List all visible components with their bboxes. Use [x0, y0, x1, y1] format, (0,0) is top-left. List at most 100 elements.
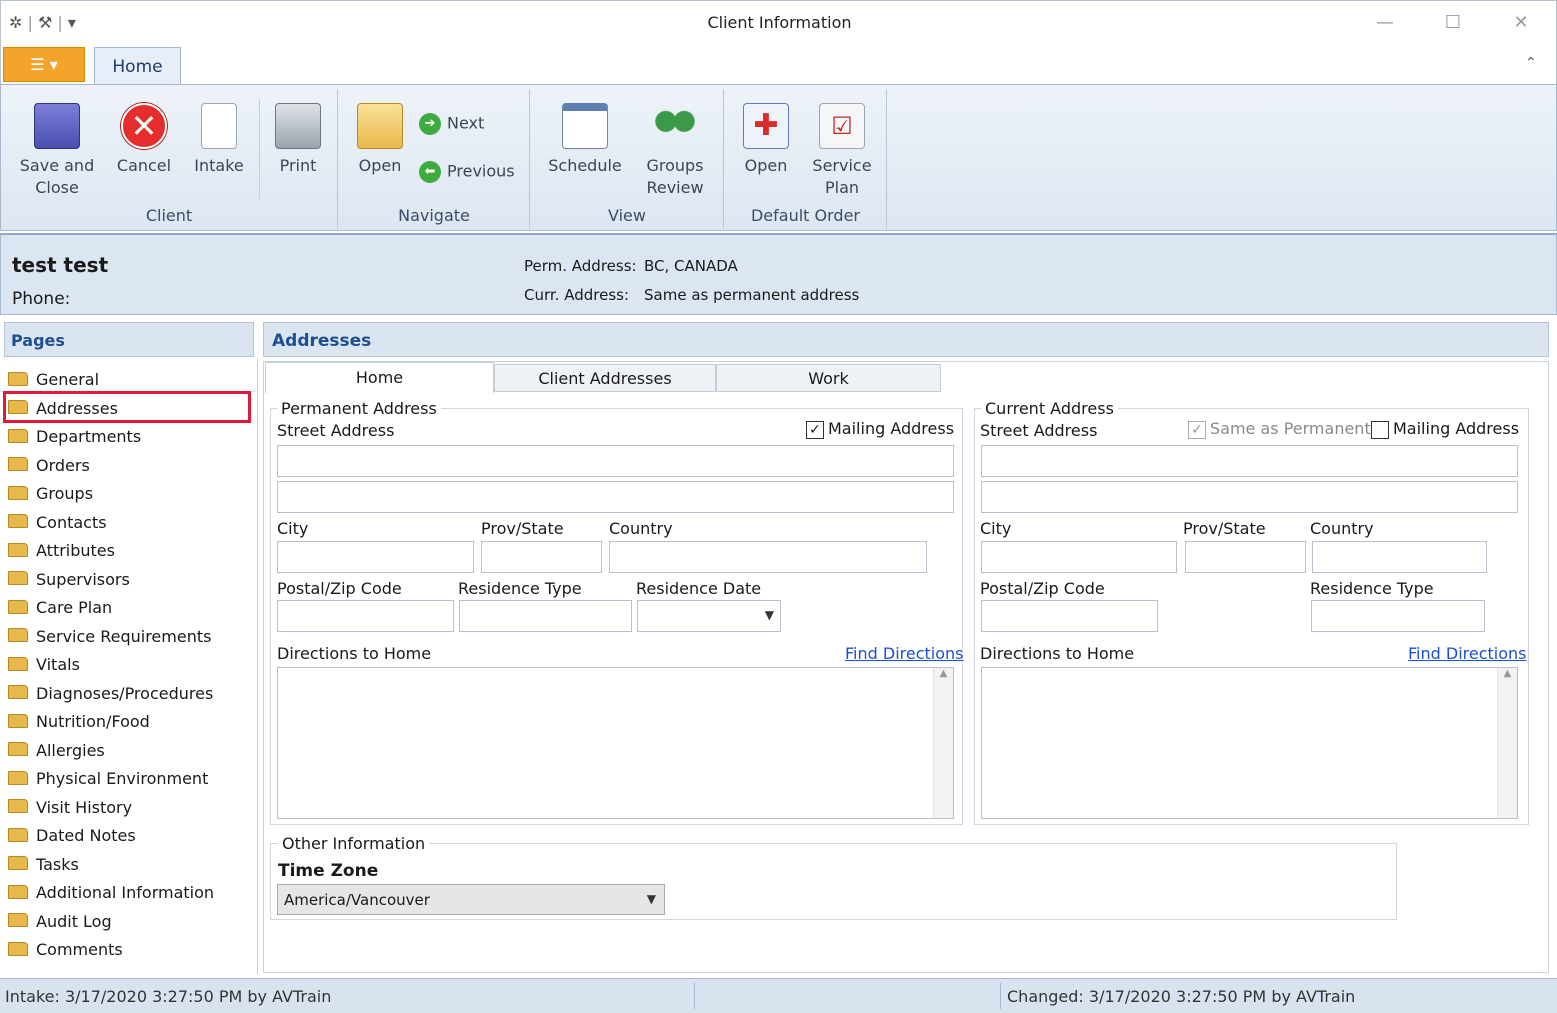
- country-label: Country: [609, 519, 673, 538]
- country-label: Country: [1310, 519, 1374, 538]
- folder-icon: [8, 685, 28, 699]
- residence-type-input[interactable]: [459, 600, 632, 632]
- scrollbar[interactable]: ▲: [933, 668, 953, 818]
- sidebar-item-label: Comments: [36, 940, 123, 959]
- street-address-input-1[interactable]: [277, 445, 954, 477]
- current-prov-state-input[interactable]: [1185, 541, 1306, 573]
- default-order-open-button[interactable]: ✚ Open: [735, 103, 797, 177]
- folder-icon: [8, 628, 28, 642]
- application-menu-button[interactable]: ☰ ▾: [3, 47, 85, 82]
- current-mailing-address-checkbox[interactable]: Mailing Address: [1371, 419, 1519, 439]
- current-directions-textarea[interactable]: ▲: [981, 667, 1518, 819]
- print-button[interactable]: Print: [267, 103, 329, 177]
- city-input[interactable]: [277, 541, 474, 573]
- sidebar-item-label: Supervisors: [36, 569, 130, 589]
- time-zone-select[interactable]: America/Vancouver ▼: [277, 884, 665, 915]
- residence-date-label: Residence Date: [636, 579, 762, 598]
- sidebar-item-orders[interactable]: Orders: [8, 452, 90, 480]
- directions-textarea[interactable]: ▲: [277, 667, 954, 819]
- curr-address-label: Curr. Address:: [524, 286, 629, 304]
- sidebar-item-groups[interactable]: Groups: [8, 480, 93, 508]
- sidebar-item-care-plan[interactable]: Care Plan: [8, 594, 112, 622]
- arrow-left-icon: ⬅: [419, 161, 441, 183]
- sidebar-item-dated-notes[interactable]: Dated Notes: [8, 822, 136, 850]
- sidebar-item-comments[interactable]: Comments: [8, 936, 123, 964]
- ribbon-group-client: Save and Close ✕ Cancel Intake Print Cli…: [1, 89, 338, 229]
- intake-button[interactable]: Intake: [187, 103, 251, 177]
- sidebar-item-label: Tasks: [36, 854, 79, 874]
- prov-state-input[interactable]: [481, 541, 602, 573]
- folder-icon: [8, 799, 28, 813]
- find-directions-link[interactable]: Find Directions: [845, 644, 963, 663]
- checkbox-icon: ✓: [806, 420, 824, 439]
- sidebar-item-vitals[interactable]: Vitals: [8, 651, 80, 679]
- street-address-input-2[interactable]: [277, 481, 954, 513]
- minimize-button[interactable]: —: [1365, 9, 1405, 37]
- close-button[interactable]: ✕: [1501, 9, 1541, 37]
- folder-icon: [8, 542, 28, 557]
- sidebar-item-nutrition-food[interactable]: Nutrition/Food: [8, 708, 150, 736]
- sidebar-item-attributes[interactable]: Attributes: [8, 537, 115, 565]
- medical-calendar-icon: ✚: [743, 103, 789, 149]
- sidebar-item-general[interactable]: General: [8, 366, 99, 394]
- country-input[interactable]: [609, 541, 927, 573]
- current-postal-code-input[interactable]: [981, 600, 1158, 632]
- city-label: City: [277, 519, 309, 538]
- prov-state-label: Prov/State: [481, 519, 564, 538]
- tab-home[interactable]: Home: [94, 47, 181, 86]
- schedule-button[interactable]: Schedule: [545, 103, 625, 177]
- sidebar-item-physical-environment[interactable]: Physical Environment: [8, 765, 208, 793]
- sidebar-item-label: Visit History: [36, 797, 133, 817]
- save-and-close-button[interactable]: Save and Close: [15, 103, 99, 199]
- service-plan-button[interactable]: ☑ Service Plan: [805, 103, 879, 199]
- sidebar-item-allergies[interactable]: Allergies: [8, 737, 105, 765]
- sidebar-item-diagnoses-procedures[interactable]: Diagnoses/Procedures: [8, 680, 213, 708]
- tab-work[interactable]: Work: [716, 364, 941, 392]
- groups-review-button[interactable]: Groups Review: [635, 103, 715, 199]
- same-as-permanent-checkbox[interactable]: ✓ Same as Permanent: [1188, 419, 1371, 439]
- current-street-input-1[interactable]: [981, 445, 1518, 477]
- current-city-input[interactable]: [981, 541, 1177, 573]
- sidebar-item-audit-log[interactable]: Audit Log: [8, 908, 112, 936]
- cancel-button[interactable]: ✕ Cancel: [109, 103, 179, 177]
- sidebar-item-contacts[interactable]: Contacts: [8, 509, 107, 537]
- document-icon: [201, 103, 237, 149]
- postal-code-input[interactable]: [277, 600, 454, 632]
- open-button[interactable]: Open: [349, 103, 411, 177]
- sidebar-item-label: Care Plan: [36, 598, 113, 617]
- next-button[interactable]: ➔ Next: [419, 113, 484, 135]
- ribbon: Save and Close ✕ Cancel Intake Print Cli…: [0, 84, 1557, 231]
- residence-type-label: Residence Type: [1310, 579, 1434, 598]
- maximize-button[interactable]: ☐: [1433, 9, 1473, 37]
- sidebar-item-supervisors[interactable]: Supervisors: [8, 566, 130, 594]
- client-header: test test Phone: Perm. Address: BC, CANA…: [0, 233, 1557, 315]
- current-country-input[interactable]: [1312, 541, 1487, 573]
- previous-button[interactable]: ⬅ Previous: [419, 161, 515, 183]
- find-directions-link[interactable]: Find Directions: [1408, 644, 1526, 663]
- folder-icon: [8, 913, 28, 927]
- sidebar-item-departments[interactable]: Departments: [8, 423, 141, 451]
- current-residence-type-input[interactable]: [1311, 600, 1485, 632]
- sidebar-item-service-requirements[interactable]: Service Requirements: [8, 623, 211, 651]
- tab-client-addresses[interactable]: Client Addresses: [494, 364, 716, 392]
- current-street-input-2[interactable]: [981, 481, 1518, 513]
- residence-date-picker[interactable]: ▼: [637, 600, 781, 632]
- sidebar-item-label: Contacts: [36, 512, 107, 532]
- tab-home-address[interactable]: Home: [265, 362, 494, 393]
- mailing-address-checkbox[interactable]: ✓ Mailing Address: [806, 419, 954, 439]
- calendar-icon: [562, 103, 608, 149]
- sidebar-item-label: Allergies: [36, 740, 105, 760]
- sidebar-item-label: Groups: [36, 484, 94, 503]
- postal-code-label: Postal/Zip Code: [277, 579, 402, 598]
- arrow-right-icon: ➔: [419, 113, 441, 135]
- sidebar-item-visit-history[interactable]: Visit History: [8, 794, 132, 822]
- directions-label: Directions to Home: [980, 644, 1135, 663]
- residence-type-label: Residence Type: [458, 579, 582, 598]
- curr-address-value: Same as permanent address: [644, 286, 860, 304]
- ribbon-group-label: Default Order: [750, 206, 860, 225]
- sidebar-item-label: Departments: [36, 427, 142, 446]
- scrollbar[interactable]: ▲: [1497, 668, 1517, 818]
- collapse-ribbon-icon[interactable]: ⌃: [1525, 55, 1537, 71]
- sidebar-item-additional-information[interactable]: Additional Information: [8, 879, 214, 907]
- sidebar-item-tasks[interactable]: Tasks: [8, 851, 79, 879]
